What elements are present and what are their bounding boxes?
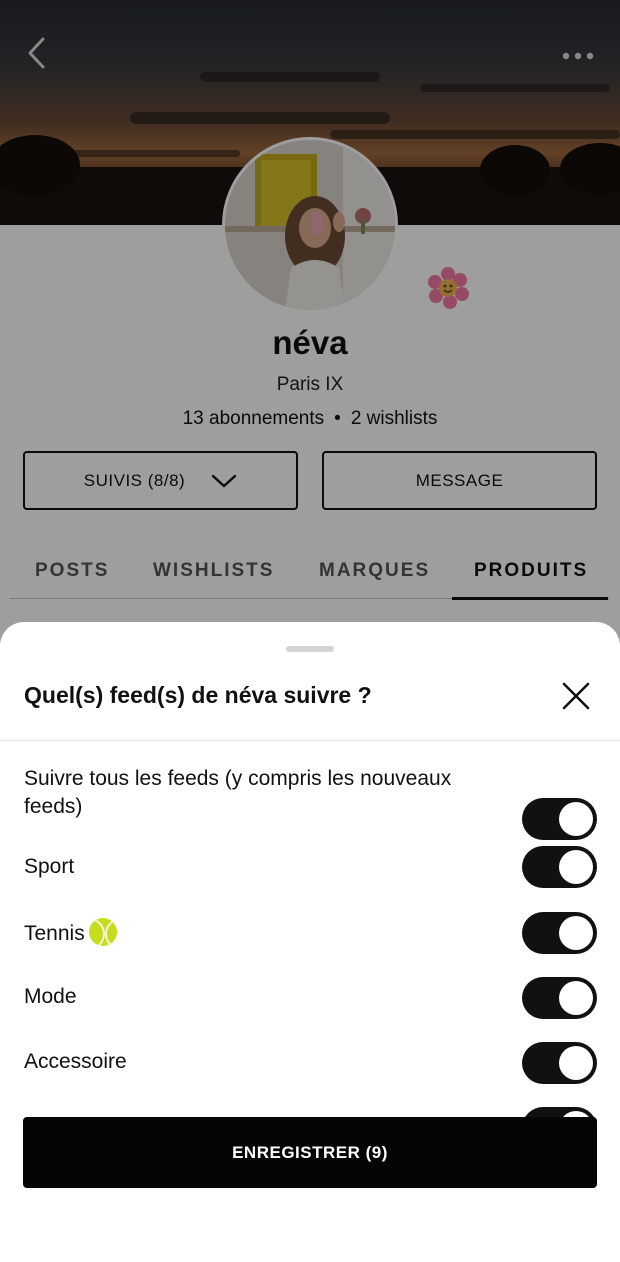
feed-label: Accessoire <box>24 1050 127 1073</box>
feed-toggle-sport[interactable] <box>522 846 597 888</box>
sheet-drag-handle[interactable] <box>286 646 334 652</box>
sheet-title: Quel(s) feed(s) de néva suivre ? <box>24 682 372 708</box>
feed-label: Mode <box>24 985 77 1008</box>
feed-label-container: Tennis <box>24 918 494 948</box>
feed-toggle-tennis[interactable] <box>522 912 597 954</box>
feed-toggle-mode[interactable] <box>522 977 597 1019</box>
close-icon <box>562 682 590 710</box>
save-button[interactable]: ENREGISTRER (9) <box>23 1117 597 1188</box>
feed-label: Sport <box>24 855 75 878</box>
tennis-ball-icon <box>88 918 117 946</box>
feed-toggle-accessoire[interactable] <box>522 1042 597 1084</box>
feed-label: Tennis <box>24 922 85 945</box>
follow-feeds-sheet: Quel(s) feed(s) de néva suivre ? Suivre … <box>0 622 620 1262</box>
feed-list: Suivre tous les feeds (y compris les nou… <box>0 741 620 1121</box>
close-button[interactable] <box>558 678 594 714</box>
feed-label: Suivre tous les feeds (y compris les nou… <box>24 767 452 818</box>
feed-toggle-all[interactable] <box>522 798 597 840</box>
